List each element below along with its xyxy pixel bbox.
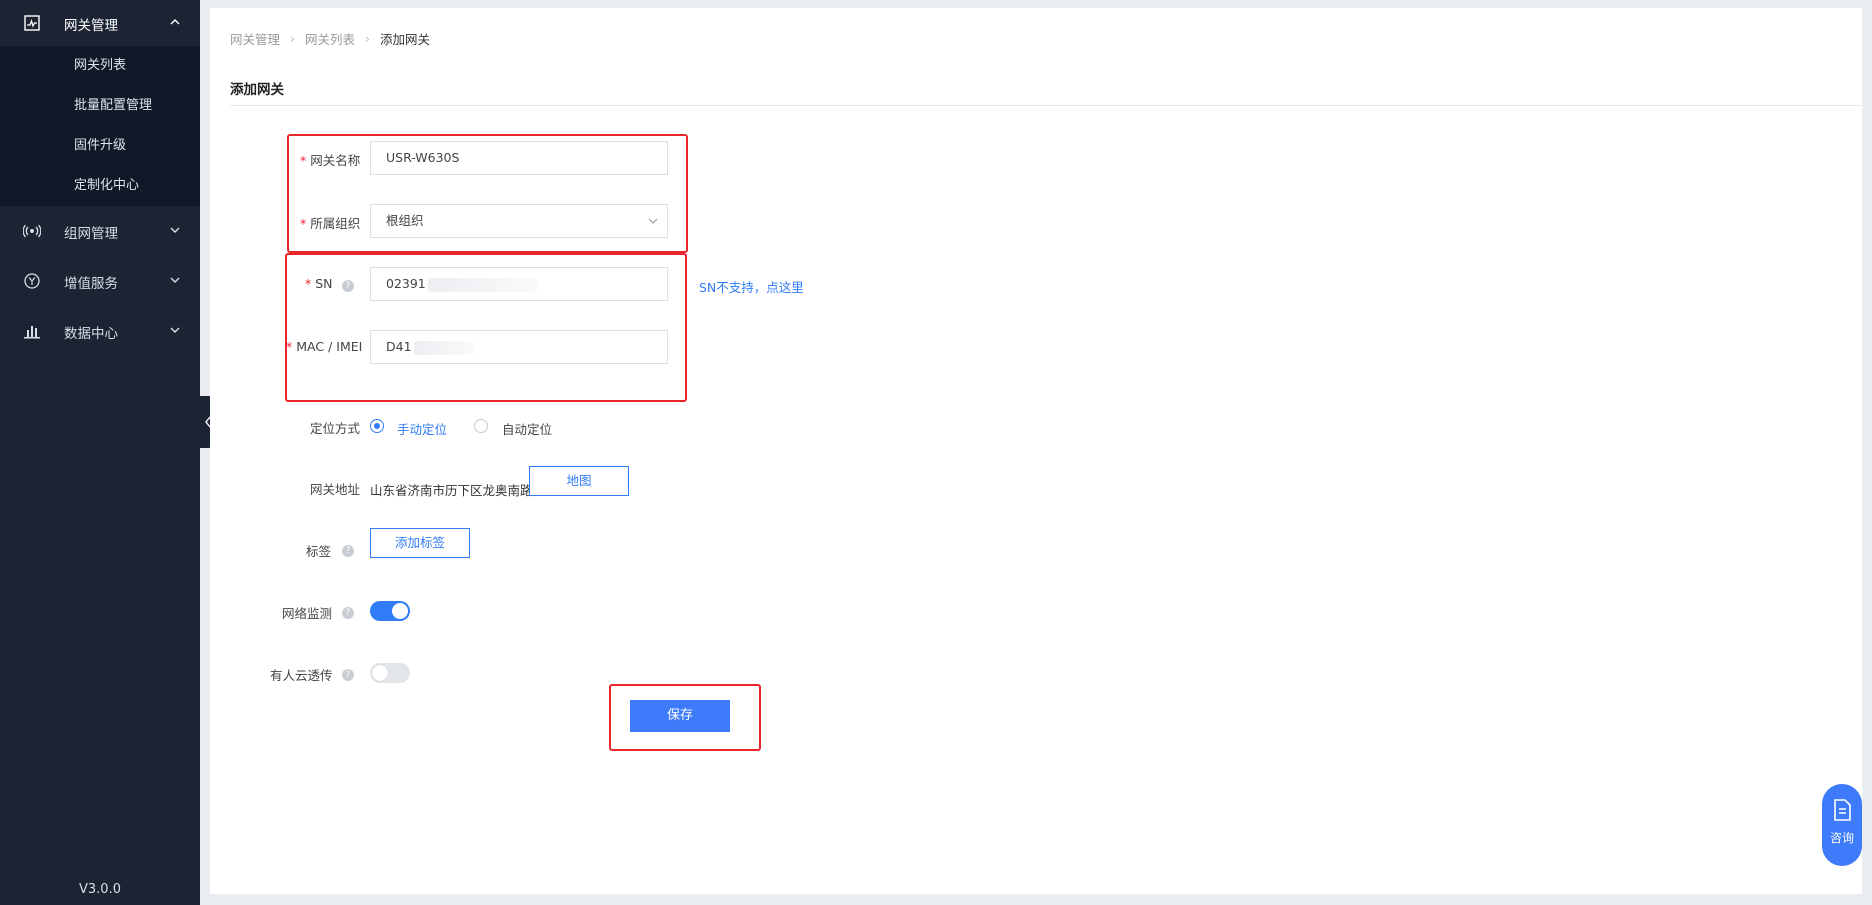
form-row-locate: 定位方式 手动定位 自动定位	[210, 409, 1862, 445]
nav-gateway-management[interactable]: 网关管理	[0, 0, 200, 46]
chevron-right-icon: ›	[365, 31, 371, 46]
bar-chart-icon	[24, 326, 40, 339]
nav-value-added-label: 增值服务	[64, 276, 118, 292]
nav-value-added[interactable]: 增值服务	[0, 256, 200, 306]
radio-manual-locate[interactable]	[370, 419, 384, 433]
help-icon[interactable]: ?	[342, 669, 354, 681]
yuan-coin-icon	[24, 273, 40, 289]
title-divider	[230, 105, 1862, 106]
document-icon	[1834, 799, 1851, 821]
radio-auto-locate[interactable]	[474, 419, 488, 433]
cloud-label: 有人云透传	[270, 668, 333, 683]
sn-not-supported-link[interactable]: SN不支持，点这里	[699, 277, 804, 296]
breadcrumb-item-add-gateway: 添加网关	[380, 32, 431, 47]
cloud-transparent-switch[interactable]	[370, 663, 410, 683]
breadcrumb-item-gateway-management[interactable]: 网关管理	[230, 29, 280, 48]
nav-gateway-management-label: 网关管理	[64, 18, 118, 34]
add-tag-button[interactable]: 添加标签	[370, 528, 470, 558]
auto-locate-label[interactable]: 自动定位	[502, 419, 552, 438]
form-row-monitor: 网络监测 ?	[210, 594, 1862, 630]
nav-data-center-label: 数据中心	[64, 326, 118, 342]
sidebar-item-gateway-list[interactable]: 网关列表	[0, 46, 200, 86]
monitor-label: 网络监测	[282, 606, 333, 621]
locate-label: 定位方式	[310, 421, 361, 436]
chevron-down-icon	[170, 227, 180, 233]
network-monitor-switch[interactable]	[370, 601, 410, 621]
help-icon[interactable]: ?	[342, 545, 354, 557]
map-button[interactable]: 地图	[529, 466, 629, 496]
app-version: V3.0.0	[79, 882, 121, 897]
gateway-monitor-icon	[24, 15, 40, 31]
sidebar: 网关管理 网关列表 批量配置管理 固件升级 定制化中心 组网管理 增值服务 数据…	[0, 0, 200, 905]
switch-knob	[392, 603, 408, 619]
wireless-network-icon	[23, 224, 41, 238]
main-content: 网关管理 › 网关列表 › 添加网关 添加网关 * 网关名称 USR-W630S …	[210, 8, 1862, 894]
form-row-address: 网关地址 山东省济南市历下区龙奥南路 地图	[210, 466, 1862, 506]
breadcrumb-item-gateway-list[interactable]: 网关列表	[305, 29, 355, 48]
highlight-box-sn-mac	[285, 253, 687, 402]
chevron-right-icon: ›	[290, 31, 296, 46]
switch-knob	[372, 665, 388, 681]
sidebar-item-batch-config[interactable]: 批量配置管理	[0, 86, 200, 126]
nav-networking[interactable]: 组网管理	[0, 206, 200, 256]
chevron-down-icon	[170, 327, 180, 333]
nav-data-center[interactable]: 数据中心	[0, 306, 200, 356]
form-row-tags: 标签 ? 添加标签	[210, 528, 1862, 568]
manual-locate-label[interactable]: 手动定位	[397, 419, 447, 438]
chevron-up-icon	[170, 19, 180, 25]
gateway-submenu: 网关列表 批量配置管理 固件升级 定制化中心	[0, 46, 200, 206]
tags-label: 标签	[306, 544, 332, 559]
nav-networking-label: 组网管理	[64, 226, 118, 242]
page-title: 添加网关	[230, 82, 284, 98]
form-row-cloud: 有人云透传 ?	[210, 656, 1862, 692]
help-icon[interactable]: ?	[342, 607, 354, 619]
consult-button[interactable]: 咨询	[1822, 784, 1862, 866]
address-value: 山东省济南市历下区龙奥南路	[370, 483, 533, 498]
sidebar-item-custom-center[interactable]: 定制化中心	[0, 166, 200, 206]
consult-label: 咨询	[1829, 831, 1854, 845]
highlight-box-save	[609, 684, 761, 751]
chevron-down-icon	[170, 277, 180, 283]
sidebar-item-firmware-upgrade[interactable]: 固件升级	[0, 126, 200, 166]
highlight-box-name-org	[287, 134, 688, 253]
breadcrumb: 网关管理 › 网关列表 › 添加网关	[230, 29, 430, 48]
address-label: 网关地址	[310, 482, 361, 497]
